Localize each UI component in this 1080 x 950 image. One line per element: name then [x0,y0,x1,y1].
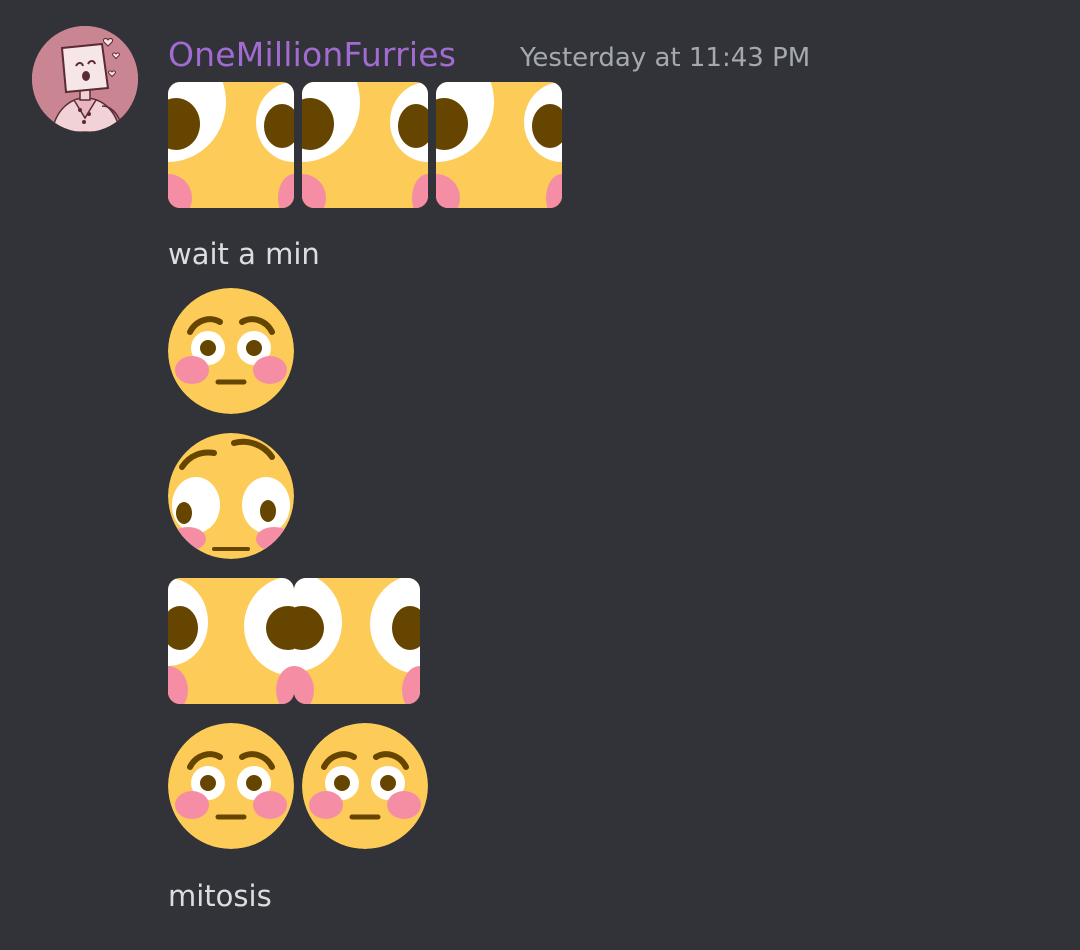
chat-message: OneMillionFurries Yesterday at 11:43 PM [0,0,1080,950]
avatar-image [32,26,138,132]
flushed-face-emoji[interactable] [168,288,294,414]
username[interactable]: OneMillionFurries [168,33,456,77]
flushed-face-icon [294,578,420,704]
flushed-face-icon [168,578,294,704]
flushed-face-emoji[interactable] [168,433,294,559]
flushed-face-icon [168,288,294,414]
flushed-face-icon [168,82,294,208]
message-text: mitosis [168,879,272,913]
flushed-face-icon [168,433,294,559]
message-timestamp[interactable]: Yesterday at 11:43 PM [520,41,810,75]
flushed-face-emoji[interactable] [302,723,428,849]
user-avatar[interactable] [32,26,138,132]
flushed-face-emoji[interactable] [302,82,428,208]
flushed-face-emoji[interactable] [436,82,562,208]
flushed-face-emoji[interactable] [168,578,294,704]
flushed-face-emoji[interactable] [168,723,294,849]
flushed-face-icon [302,723,428,849]
flushed-face-icon [302,82,428,208]
message-text: wait a min [168,237,320,271]
flushed-face-icon [168,723,294,849]
flushed-face-emoji[interactable] [168,82,294,208]
flushed-face-icon [436,82,562,208]
flushed-face-emoji[interactable] [294,578,420,704]
